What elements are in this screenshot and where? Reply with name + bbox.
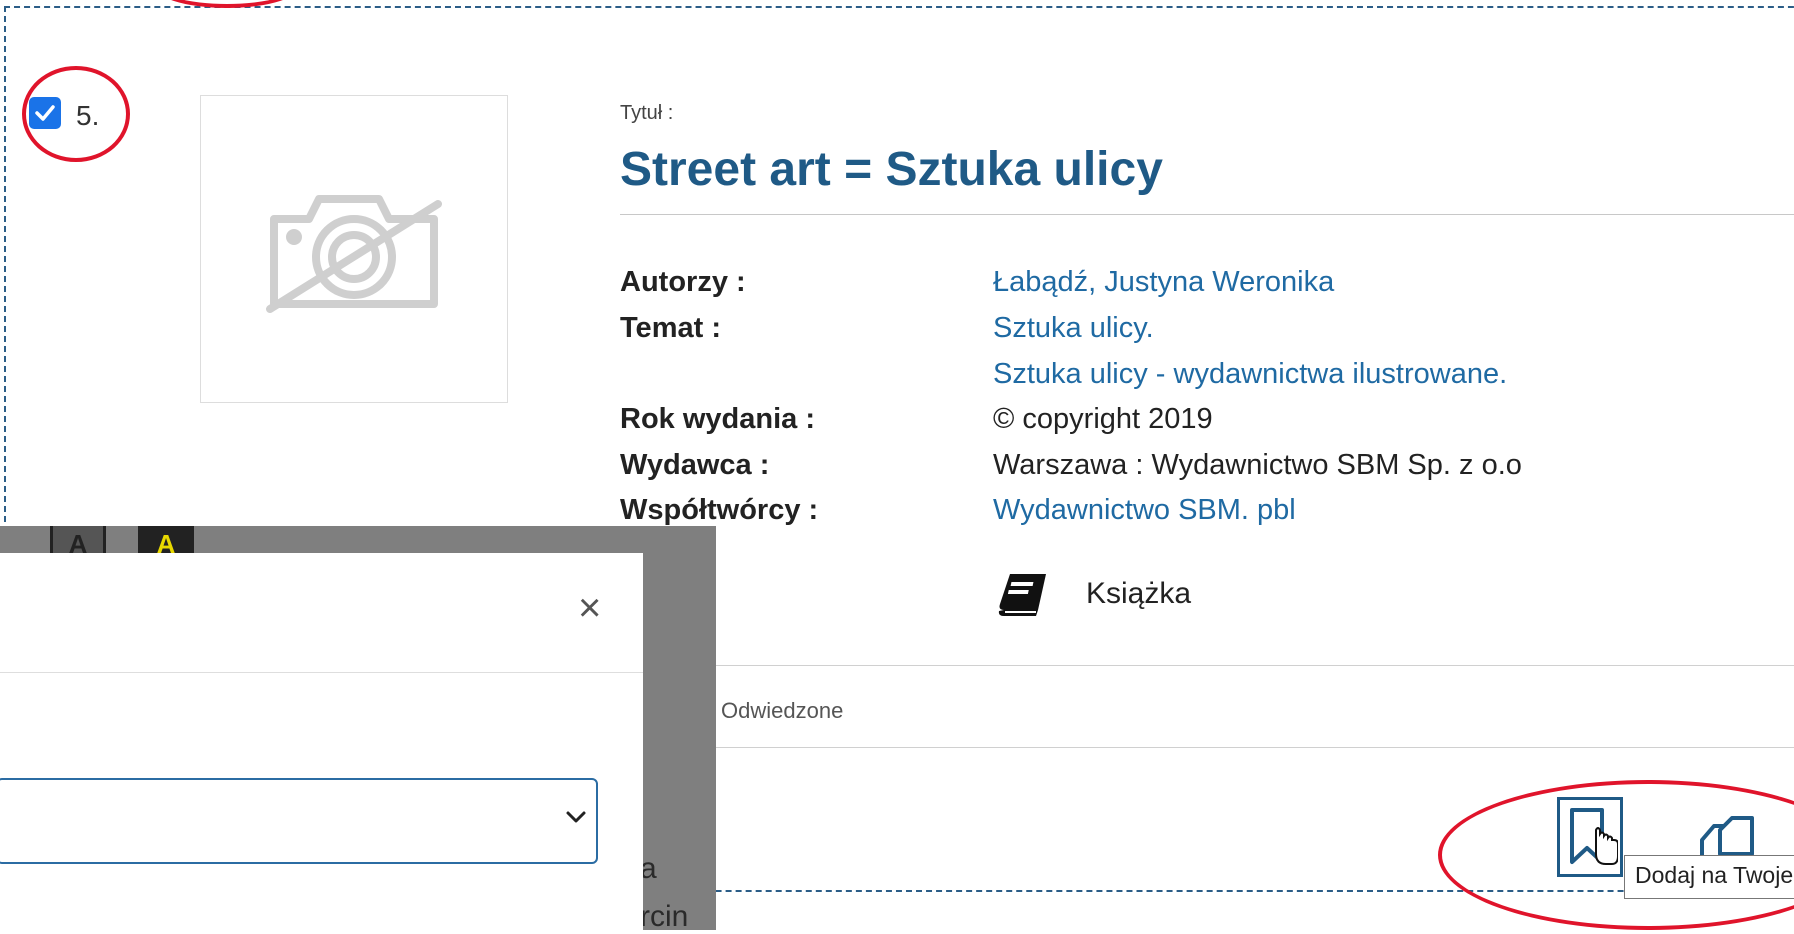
material-type-label: Książka (1086, 577, 1192, 610)
annotation-ellipse (22, 66, 130, 162)
author-link[interactable]: Łabądź, Justyna Weronika (993, 266, 1334, 299)
contributor-link[interactable]: Wydawnictwo SBM. pbl (993, 494, 1296, 527)
publisher-label: Wydawca : (620, 449, 770, 481)
record-thumbnail (200, 95, 508, 403)
background-text: rcin (640, 900, 689, 933)
contrast-high-button[interactable]: A (138, 526, 194, 556)
year-value: © copyright 2019 (993, 403, 1213, 435)
title-label: Tytuł : (620, 102, 674, 124)
subject-label: Temat : (620, 312, 721, 344)
authors-label: Autorzy : (620, 266, 746, 298)
subject-link-1[interactable]: Sztuka ulicy. (993, 312, 1154, 345)
divider (700, 747, 1794, 748)
subject-link-2[interactable]: Sztuka ulicy - wydawnictwa ilustrowane. (993, 358, 1507, 391)
shelf-select[interactable] (0, 778, 598, 864)
close-icon[interactable]: × (578, 588, 601, 628)
record-title[interactable]: Street art = Sztuka ulicy (620, 142, 1163, 197)
chevron-down-icon (564, 805, 588, 834)
divider (700, 665, 1794, 666)
no-image-camera-icon (266, 195, 442, 313)
publisher-value: Warszawa : Wydawnictwo SBM Sp. z o.o (993, 449, 1522, 481)
modal-dialog (0, 553, 643, 930)
title-divider (620, 214, 1794, 215)
contrast-normal-button[interactable]: A (50, 526, 106, 556)
contributors-label: Współtwórcy : (620, 494, 819, 526)
visited-label: Odwiedzone (721, 698, 844, 723)
book-icon (996, 570, 1050, 623)
year-label: Rok wydania : (620, 403, 815, 435)
modal-divider (0, 672, 643, 673)
